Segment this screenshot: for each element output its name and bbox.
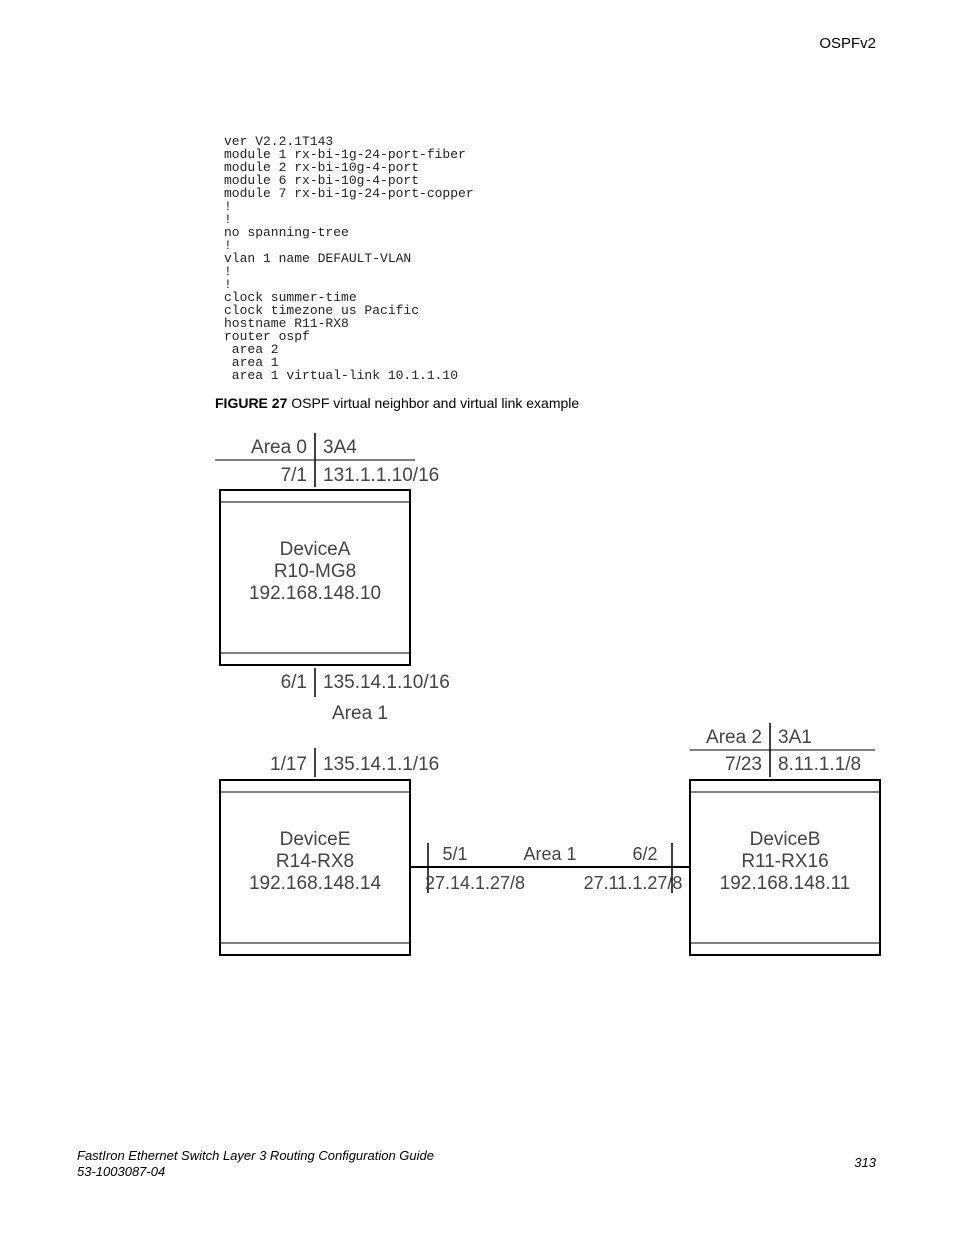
page: OSPFv2 ver V2.2.1T143 module 1 rx-bi-1g-… (0, 0, 954, 1235)
deviceE-top: 1/17 135.14.1.1/16 (270, 748, 439, 777)
devA-area0: Area 0 (251, 437, 307, 458)
devE-ip135: 135.14.1.1/16 (323, 754, 439, 775)
devB-ip: 192.168.148.11 (720, 873, 851, 894)
link-right-ip: 27.11.1.27/8 (584, 873, 683, 893)
devE-ip: 192.168.148.14 (249, 873, 382, 894)
link-area: Area 1 (523, 844, 576, 864)
devB-port723: 7/23 (725, 754, 762, 775)
devA-ip: 192.168.148.10 (249, 583, 381, 604)
deviceA-top: Area 0 3A4 7/1 131.1.1.10/16 (215, 433, 439, 487)
devA-port61: 6/1 (281, 672, 307, 693)
devE-port117: 1/17 (270, 754, 307, 775)
devA-3a4: 3A4 (323, 437, 357, 458)
devA-ip135: 135.14.1.10/16 (323, 672, 450, 693)
figure-title: OSPF virtual neighbor and virtual link e… (291, 395, 579, 411)
deviceB-top: Area 2 3A1 7/23 8.11.1.1/8 (690, 723, 875, 777)
deviceA-box: DeviceA R10-MG8 192.168.148.10 (220, 490, 410, 665)
footer-left: FastIron Ethernet Switch Layer 3 Routing… (77, 1148, 434, 1181)
footer-title: FastIron Ethernet Switch Layer 3 Routing… (77, 1148, 434, 1164)
deviceA-bottom: 6/1 135.14.1.10/16 Area 1 (281, 668, 450, 724)
devB-3a1: 3A1 (778, 727, 812, 748)
devA-name: DeviceA (280, 539, 351, 560)
devA-port71: 7/1 (281, 465, 307, 486)
devB-ip8: 8.11.1.1/8 (778, 754, 861, 775)
link-area1: 5/1 Area 1 6/2 27.14.1.27/8 27.11.1.27/8 (410, 843, 690, 893)
figure-label: FIGURE 27 (215, 395, 287, 411)
running-header: OSPFv2 (819, 35, 876, 52)
footer-page-number: 313 (854, 1155, 876, 1170)
link-left-ip: 27.14.1.27/8 (425, 873, 525, 893)
link-left-port: 5/1 (442, 844, 467, 864)
deviceB-box: DeviceB R11-RX16 192.168.148.11 (690, 780, 880, 955)
config-code-block: ver V2.2.1T143 module 1 rx-bi-1g-24-port… (224, 135, 474, 382)
devB-name: DeviceB (750, 829, 821, 850)
devA-model: R10-MG8 (274, 561, 356, 582)
devB-area2: Area 2 (706, 727, 762, 748)
network-diagram: Area 0 3A4 7/1 131.1.1.10/16 DeviceA R10… (215, 425, 885, 990)
devE-name: DeviceE (280, 829, 351, 850)
devB-model: R11-RX16 (741, 851, 828, 872)
deviceE-box: DeviceE R14-RX8 192.168.148.14 (220, 780, 410, 955)
link-right-port: 6/2 (632, 844, 657, 864)
figure-caption: FIGURE 27 OSPF virtual neighbor and virt… (215, 395, 579, 411)
footer-docnum: 53-1003087-04 (77, 1164, 434, 1180)
devE-model: R14-RX8 (276, 851, 354, 872)
devA-ip131: 131.1.1.10/16 (323, 465, 439, 486)
devA-area1: Area 1 (332, 703, 388, 724)
